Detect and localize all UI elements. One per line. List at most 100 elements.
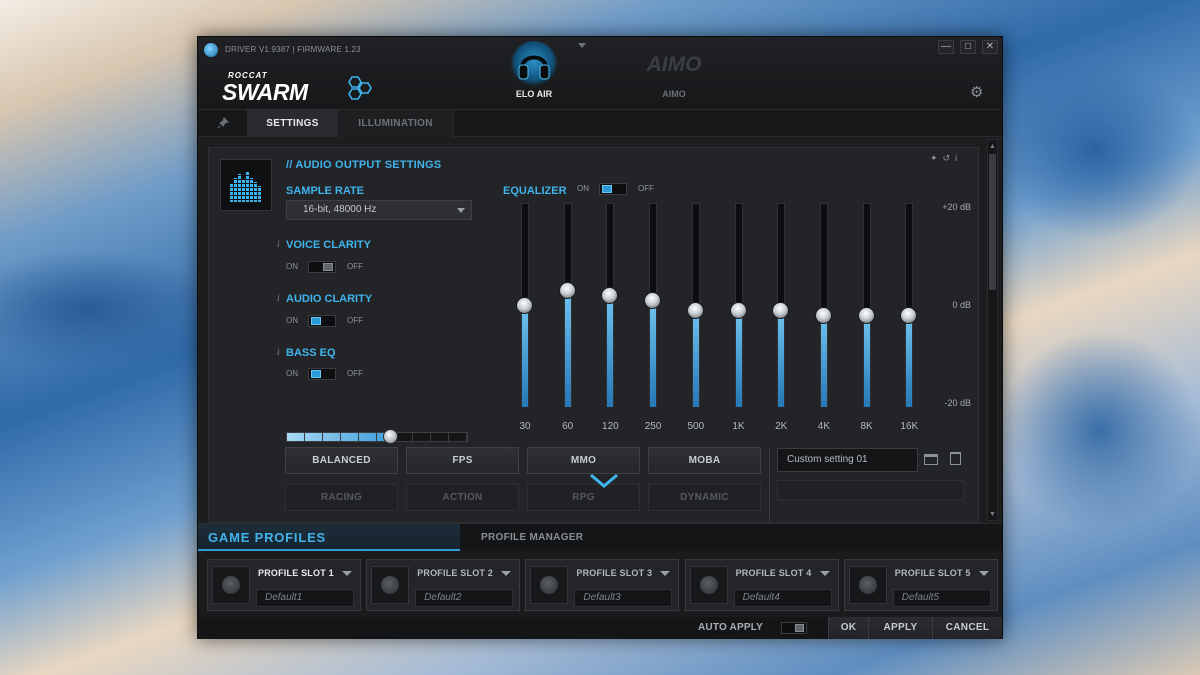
info-icon[interactable]: i: [277, 239, 280, 249]
info-icon[interactable]: i: [955, 153, 962, 163]
device-dropdown-icon[interactable]: [578, 43, 586, 48]
equalizer-label: EQUALIZER: [503, 185, 567, 197]
preset-racing-button[interactable]: RACING: [285, 484, 398, 511]
voice-clarity-label: VOICE CLARITY: [286, 239, 371, 251]
chevron-down-icon[interactable]: [660, 571, 671, 576]
roccat-app-icon: [204, 43, 218, 57]
roccat-swarm-window: DRIVER V1.9387 | FIRMWARE 1.23 ROCCAT SW…: [197, 36, 1003, 639]
eq-band-handle[interactable]: [601, 287, 619, 305]
profile-slot-value[interactable]: Default3: [574, 589, 673, 607]
eq-band-handle[interactable]: [729, 301, 747, 319]
eq-band-handle[interactable]: [814, 306, 832, 324]
scroll-down-icon[interactable]: ▼: [989, 510, 996, 519]
cancel-button[interactable]: CANCEL: [932, 617, 1002, 639]
bass-level-handle[interactable]: [382, 429, 398, 444]
device-aimo[interactable]: AIMO AIMO: [634, 37, 714, 109]
preset-action-button[interactable]: ACTION: [406, 484, 519, 511]
tab-bar: SETTINGS ILLUMINATION: [198, 109, 1002, 137]
preset-rpg-button[interactable]: RPG: [527, 484, 640, 511]
maximize-button[interactable]: □: [960, 40, 976, 54]
trash-icon[interactable]: [950, 452, 961, 465]
preset-mmo-button[interactable]: MMO: [527, 447, 640, 474]
eq-band-slider[interactable]: 2K: [769, 203, 793, 432]
version-info: DRIVER V1.9387 | FIRMWARE 1.23: [225, 45, 361, 54]
eq-band-slider[interactable]: 16K: [897, 203, 921, 432]
eq-band-label: 2K: [775, 421, 788, 432]
chevron-down-icon[interactable]: [978, 571, 989, 576]
eq-band-handle[interactable]: [772, 301, 790, 319]
swarm-logo-text: SWARM: [222, 79, 308, 105]
minimize-button[interactable]: —: [938, 40, 954, 54]
folder-icon[interactable]: [924, 454, 938, 465]
sample-rate-select[interactable]: 16-bit, 48000 Hz: [286, 200, 472, 220]
pin-icon[interactable]: [198, 110, 248, 137]
profile-slot-value[interactable]: Default4: [733, 589, 832, 607]
eq-band-label: 16K: [900, 421, 919, 432]
tab-settings[interactable]: SETTINGS: [248, 110, 338, 137]
tab-illumination[interactable]: ILLUMINATION: [338, 110, 454, 137]
reset-icon[interactable]: ↺: [943, 153, 956, 163]
bass-eq-toggle-row: ON OFF: [286, 367, 376, 381]
eq-band-label: 4K: [817, 421, 830, 432]
eq-band-handle[interactable]: [857, 306, 875, 324]
eq-band-slider[interactable]: 1K: [727, 203, 751, 432]
equalizer-toggle[interactable]: [599, 183, 627, 195]
chevron-down-icon[interactable]: [589, 473, 619, 489]
eq-band-slider[interactable]: 250: [641, 203, 665, 432]
voice-clarity-toggle[interactable]: [308, 261, 336, 273]
custom-setting-name-input[interactable]: Custom setting 01: [777, 448, 918, 472]
eq-band-slider[interactable]: 60: [556, 203, 580, 432]
pin-icon[interactable]: ✦: [930, 153, 943, 163]
eq-band-handle[interactable]: [900, 306, 918, 324]
eq-band-handle[interactable]: [558, 282, 576, 300]
eq-band-slider[interactable]: 30: [513, 203, 537, 432]
profile-slot[interactable]: PROFILE SLOT 2 Default2: [366, 559, 521, 611]
scrollbar-thumb[interactable]: [989, 154, 996, 290]
preset-balanced-button[interactable]: BALANCED: [285, 447, 398, 474]
eq-band-slider[interactable]: 500: [684, 203, 708, 432]
ok-button[interactable]: OK: [828, 617, 868, 639]
eq-band-handle[interactable]: [686, 301, 704, 319]
close-button[interactable]: ✕: [982, 40, 998, 54]
eq-band-handle[interactable]: [644, 292, 662, 310]
preset-fps-button[interactable]: FPS: [406, 447, 519, 474]
toggle-off-label: OFF: [347, 369, 363, 378]
bass-level-slider[interactable]: [286, 429, 468, 444]
audio-clarity-toggle[interactable]: [308, 315, 336, 327]
tab-profile-manager[interactable]: PROFILE MANAGER: [481, 532, 583, 543]
chevron-down-icon[interactable]: [342, 571, 352, 576]
bass-eq-label: BASS EQ: [286, 347, 336, 359]
eq-band-slider[interactable]: 8K: [855, 203, 879, 432]
bass-eq-toggle[interactable]: [308, 368, 336, 380]
tab-game-profiles[interactable]: GAME PROFILES: [198, 524, 460, 551]
profile-slot-name: PROFILE SLOT 5: [894, 568, 971, 578]
profile-slots: PROFILE SLOT 1 Default1 PROFILE SLOT 2 Defa…: [198, 551, 1002, 617]
preset-dynamic-button[interactable]: DYNAMIC: [648, 484, 761, 511]
profile-slot-value[interactable]: Default1: [256, 589, 354, 607]
auto-apply-toggle[interactable]: [781, 622, 807, 634]
profile-slot[interactable]: PROFILE SLOT 1 Default1: [207, 559, 361, 611]
toggle-knob: [311, 317, 321, 325]
info-icon[interactable]: i: [277, 293, 280, 303]
info-icon[interactable]: i: [277, 347, 280, 357]
profile-slot[interactable]: PROFILE SLOT 3 Default3: [525, 559, 680, 611]
scroll-up-icon[interactable]: ▲: [989, 142, 996, 151]
chevron-down-icon[interactable]: [819, 571, 830, 576]
device-elo-air[interactable]: ELO AIR: [494, 37, 574, 109]
profile-slot-value[interactable]: Default2: [415, 589, 514, 607]
gear-icon[interactable]: ⚙: [970, 83, 983, 101]
chevron-down-icon[interactable]: [501, 571, 512, 576]
game-profiles-bar: GAME PROFILES PROFILE MANAGER: [198, 523, 1002, 551]
custom-setting-dropdown[interactable]: [777, 480, 964, 500]
eq-band-fill: [863, 314, 870, 407]
profile-slot[interactable]: PROFILE SLOT 4 Default4: [684, 559, 839, 611]
apply-button[interactable]: APPLY: [868, 617, 932, 639]
preset-moba-button[interactable]: MOBA: [648, 447, 761, 474]
profile-slot[interactable]: PROFILE SLOT 5 Default5: [843, 559, 998, 611]
eq-band-slider[interactable]: 120: [598, 203, 622, 432]
audio-clarity-label: AUDIO CLARITY: [286, 293, 373, 305]
vertical-scrollbar[interactable]: ▲ ▼: [987, 139, 998, 521]
eq-band-slider[interactable]: 4K: [812, 203, 836, 432]
profile-slot-value[interactable]: Default5: [892, 589, 991, 607]
eq-band-handle[interactable]: [516, 297, 533, 314]
